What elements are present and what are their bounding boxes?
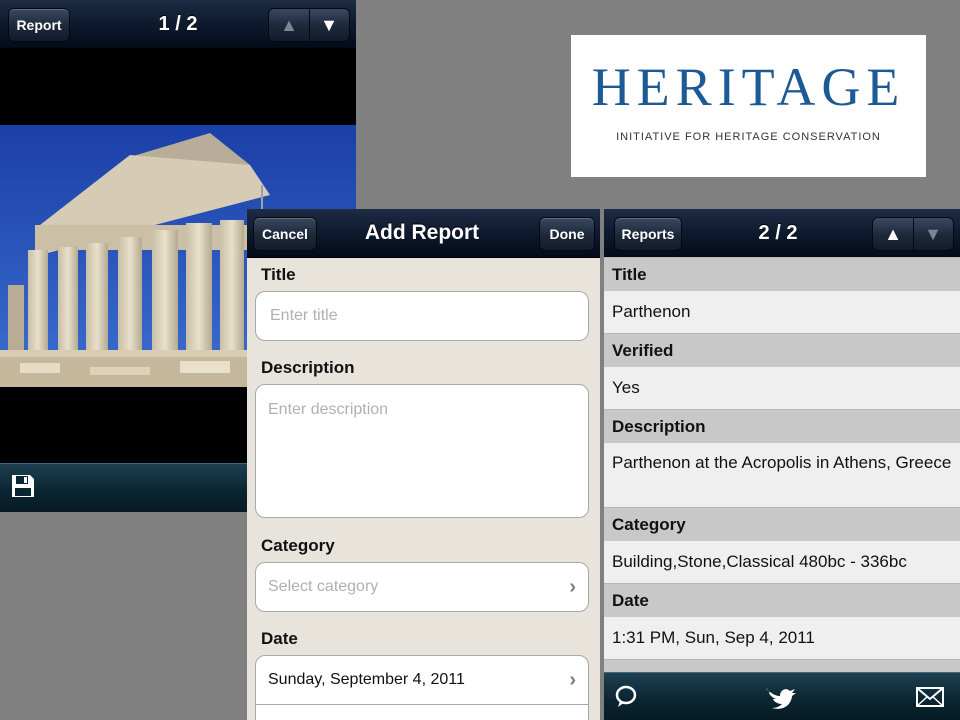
add-report-screen: Cancel Add Report Done Title Enter title…: [247, 209, 600, 720]
detail-verified-value: Yes: [604, 367, 960, 409]
detail-date-header: Date: [604, 583, 960, 617]
date-select[interactable]: Sunday, September 4, 2011 ›: [255, 655, 589, 705]
detail-title-value: Parthenon: [604, 291, 960, 333]
done-button[interactable]: Done: [539, 217, 595, 251]
title-label: Title: [261, 265, 296, 284]
logo-tagline: INITIATIVE FOR HERITAGE CONSERVATION: [616, 131, 881, 143]
viewer-nav-bar: Report 1 / 2 ▲ ▼: [0, 0, 356, 49]
add-report-title: Add Report: [364, 221, 480, 244]
report-detail-screen: Reports 2 / 2 ▲ ▼ Title Parthenon Verifi…: [604, 209, 960, 720]
twitter-bird-icon[interactable]: [762, 682, 798, 712]
detail-prev-next-control: ▲ ▼: [872, 217, 954, 251]
description-input[interactable]: Enter description: [255, 384, 589, 518]
detail-title-header: Title: [604, 257, 960, 291]
arrow-down-icon[interactable]: ▼: [309, 9, 349, 41]
heritage-logo: HERITAGE INITIATIVE FOR HERITAGE CONSERV…: [571, 35, 926, 177]
description-placeholder: Enter description: [268, 401, 389, 418]
arrow-up-icon[interactable]: ▲: [269, 9, 310, 41]
detail-nav-bar: Reports 2 / 2 ▲ ▼: [604, 209, 960, 258]
envelope-icon[interactable]: [916, 686, 944, 708]
detail-category-value: Building,Stone,Classical 480bc - 336bc: [604, 541, 960, 583]
title-input[interactable]: Enter title: [255, 291, 589, 341]
detail-toolbar: [604, 672, 960, 720]
chevron-right-icon: ›: [569, 576, 576, 598]
title-placeholder: Enter title: [270, 307, 338, 324]
cancel-button[interactable]: Cancel: [253, 217, 317, 251]
reports-back-button[interactable]: Reports: [614, 217, 682, 251]
detail-date-value: 1:31 PM, Sun, Sep 4, 2011: [604, 617, 960, 659]
arrow-down-icon[interactable]: ▼: [913, 218, 953, 250]
viewer-page-indicator: 1 / 2: [158, 13, 198, 35]
detail-description-value: Parthenon at the Acropolis in Athens, Gr…: [604, 443, 960, 507]
chevron-right-icon: ›: [569, 669, 576, 691]
date-value: Sunday, September 4, 2011: [268, 671, 465, 688]
category-label: Category: [261, 536, 335, 555]
date-select-next-row[interactable]: [255, 704, 589, 720]
detail-category-header: Category: [604, 507, 960, 541]
date-label: Date: [261, 629, 298, 648]
report-back-button[interactable]: Report: [8, 8, 70, 42]
detail-description-header: Description: [604, 409, 960, 443]
description-label: Description: [261, 358, 355, 377]
add-report-nav-bar: Cancel Add Report Done: [247, 209, 600, 258]
viewer-prev-next-control: ▲ ▼: [268, 8, 350, 42]
detail-verified-header: Verified: [604, 333, 960, 367]
category-select[interactable]: Select category ›: [255, 562, 589, 612]
category-placeholder: Select category: [268, 578, 379, 595]
detail-page-indicator: 2 / 2: [758, 222, 798, 244]
speech-bubble-icon[interactable]: [614, 684, 640, 710]
floppy-disk-icon[interactable]: [10, 473, 36, 499]
logo-wordmark: HERITAGE: [591, 57, 906, 117]
arrow-up-icon[interactable]: ▲: [873, 218, 914, 250]
